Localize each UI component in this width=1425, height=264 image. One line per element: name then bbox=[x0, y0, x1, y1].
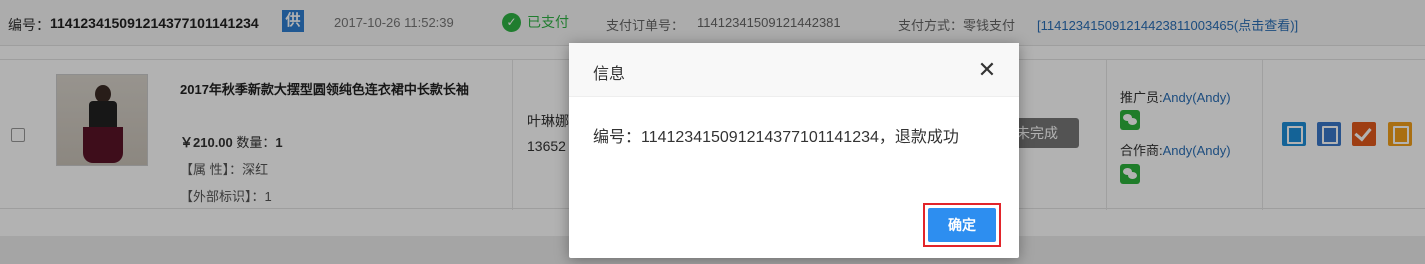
close-icon[interactable]: ✕ bbox=[975, 58, 999, 82]
dialog-message: 编号：114123415091214377101141234，退款成功 bbox=[593, 129, 959, 146]
dialog-title: 信息 bbox=[593, 66, 626, 83]
ok-button[interactable]: 确定 bbox=[928, 208, 996, 242]
ok-button-highlight: 确定 bbox=[923, 203, 1001, 247]
dialog-header: 信息 ✕ bbox=[569, 43, 1019, 97]
info-dialog: 信息 ✕ 编号：114123415091214377101141234，退款成功… bbox=[569, 43, 1019, 258]
